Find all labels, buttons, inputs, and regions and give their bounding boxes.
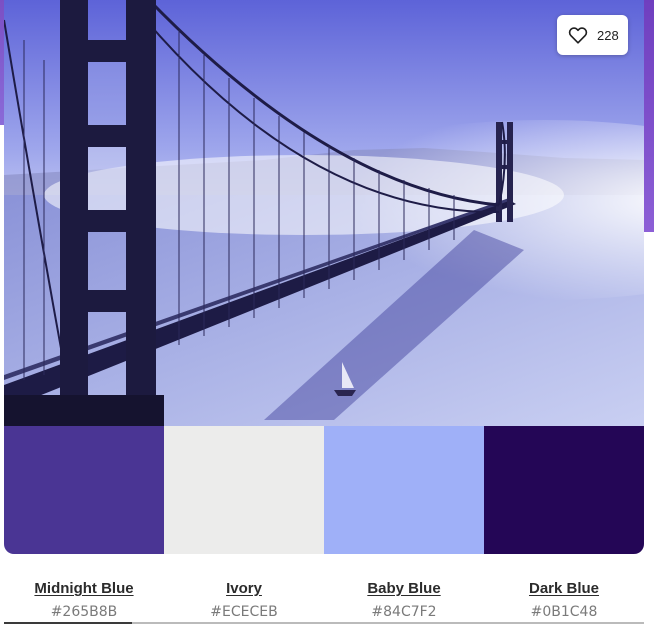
color-label-baby-blue: Baby Blue #84C7F2 xyxy=(324,570,484,624)
swatch-dark-blue[interactable] xyxy=(484,426,644,554)
like-count: 228 xyxy=(597,27,619,43)
color-hex-code: #84C7F2 xyxy=(371,604,437,620)
color-label-ivory: Ivory #ECECEB xyxy=(164,570,324,624)
heart-outline-icon xyxy=(567,24,589,46)
color-label-dark-blue: Dark Blue #0B1C48 xyxy=(484,570,644,624)
palette-labels: Midnight Blue #265B8B Ivory #ECECEB Baby… xyxy=(4,570,644,624)
like-button[interactable]: 228 xyxy=(557,15,628,55)
palette-card: 228 xyxy=(4,0,644,554)
palette-photo[interactable]: 228 xyxy=(4,0,644,426)
palette-swatches xyxy=(4,426,644,554)
color-name-link[interactable]: Baby Blue xyxy=(367,580,440,597)
color-name-link[interactable]: Midnight Blue xyxy=(34,580,133,597)
color-name-link[interactable]: Ivory xyxy=(226,580,262,597)
color-name-link[interactable]: Dark Blue xyxy=(529,580,599,597)
golden-gate-bridge-image xyxy=(4,0,644,426)
swatch-ivory[interactable] xyxy=(164,426,324,554)
swatch-midnight-blue[interactable] xyxy=(4,426,164,554)
swatch-baby-blue[interactable] xyxy=(324,426,484,554)
color-hex-code: #0B1C48 xyxy=(530,604,598,620)
color-hex-code: #265B8B xyxy=(50,604,118,620)
color-label-midnight-blue: Midnight Blue #265B8B xyxy=(4,570,164,624)
color-hex-code: #ECECEB xyxy=(210,604,278,620)
